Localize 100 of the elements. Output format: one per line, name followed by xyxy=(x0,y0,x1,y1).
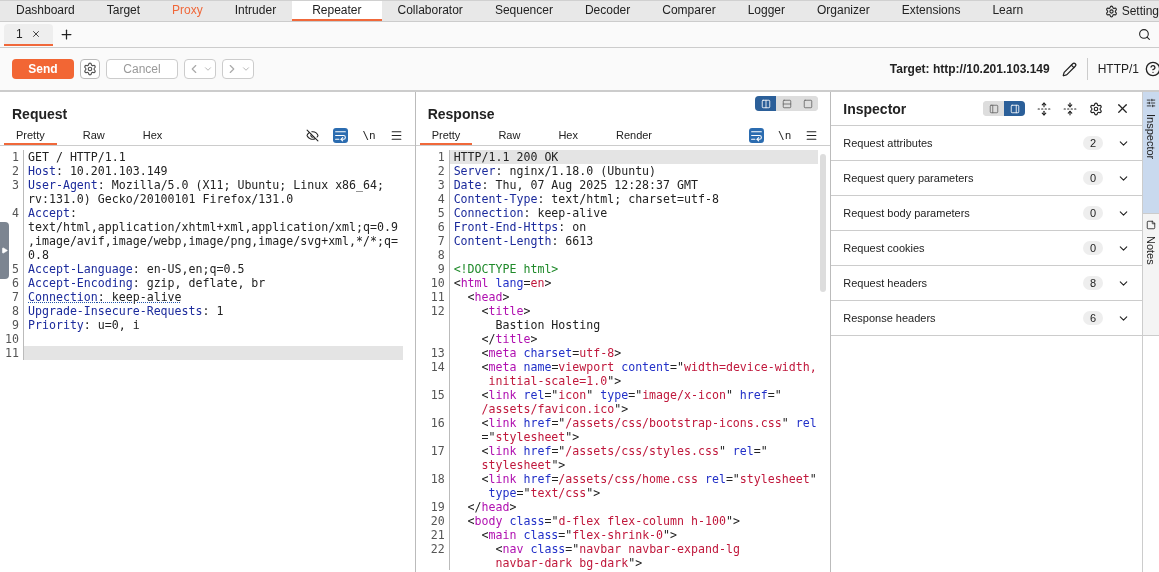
target-label: Target: http://10.201.103.149 xyxy=(889,62,1050,76)
newline-toggle[interactable]: \n xyxy=(778,129,792,142)
newline-toggle[interactable]: \n xyxy=(362,129,376,142)
code-line: <meta name=viewport content="width=device-width, xyxy=(480,360,818,374)
section-label: Response headers xyxy=(843,312,936,324)
menu-icon[interactable] xyxy=(389,129,403,142)
menu-tab[interactable]: Sequencer xyxy=(478,1,569,21)
line-number: 12 xyxy=(415,304,450,318)
side-tab-icon xyxy=(1146,98,1156,108)
line-number: 19 xyxy=(415,500,450,514)
editor-tab[interactable]: Pretty xyxy=(419,126,473,145)
line-number: 2 xyxy=(0,164,24,178)
line-number: 10 xyxy=(415,276,450,290)
line-number: 1 xyxy=(0,150,24,164)
side-tab-label: Notes xyxy=(1145,236,1157,265)
layout-icon xyxy=(760,98,771,109)
line-number: 7 xyxy=(415,234,450,248)
editor-tab[interactable]: Hex xyxy=(130,126,175,145)
menu-tab[interactable]: Learn xyxy=(976,1,1040,21)
section-label: Request query parameters xyxy=(843,172,974,184)
menu-tab[interactable]: Collaborator xyxy=(381,1,479,21)
close-icon[interactable] xyxy=(1115,101,1130,116)
code-line: <meta charset=utf-8> xyxy=(480,346,623,360)
line-number: 22 xyxy=(415,542,450,556)
settings-icon[interactable] xyxy=(1104,4,1118,18)
inspector-section[interactable]: Request headers 8 xyxy=(831,266,1142,301)
expand-all-icon[interactable] xyxy=(1037,101,1051,116)
editor-tab[interactable]: Raw xyxy=(486,126,533,145)
code-line: </head> xyxy=(466,500,518,514)
line-number: 9 xyxy=(0,318,24,332)
line-number: 13 xyxy=(415,346,450,360)
add-tab-icon[interactable] xyxy=(58,27,74,42)
code-line: navbar-dark bg-dark"> xyxy=(494,556,644,570)
code-line: text/html,application/xhtml+xml,application/xml;q=0.9 xyxy=(27,220,399,234)
code-line: Accept-Encoding: gzip, deflate, br xyxy=(27,276,267,290)
code-line: Content-Type: text/html; charset=utf-8 xyxy=(452,192,720,206)
panel-handle[interactable] xyxy=(0,222,9,279)
editor-tab[interactable]: Render xyxy=(603,126,665,145)
side-tab[interactable]: Notes xyxy=(1143,214,1159,336)
settings-icon[interactable] xyxy=(1089,101,1103,116)
menu-tab[interactable]: Logger xyxy=(731,1,801,21)
editor-tab[interactable]: Hex xyxy=(546,126,590,145)
code-line: <nav class="navbar navbar-expand-lg xyxy=(494,542,741,556)
menu-tab[interactable]: Intruder xyxy=(218,1,293,21)
code-line: /assets/favicon.ico"> xyxy=(480,402,630,416)
section-count: 6 xyxy=(1082,311,1103,325)
close-icon[interactable] xyxy=(30,28,41,39)
inspector-section[interactable]: Request query parameters 0 xyxy=(831,161,1142,196)
scrollbar-thumb[interactable] xyxy=(820,154,827,292)
inspector-section[interactable]: Request body parameters 0 xyxy=(831,196,1142,231)
menu-tab[interactable]: Comparer xyxy=(646,1,732,21)
line-number: 8 xyxy=(0,304,24,318)
code-line: <title> xyxy=(480,304,532,318)
editor-tab[interactable]: Pretty xyxy=(4,126,57,145)
line-number: 2 xyxy=(415,164,450,178)
menu-tab[interactable]: Decoder xyxy=(568,1,647,21)
wrap-lines-icon[interactable] xyxy=(333,128,349,143)
inspector-section[interactable]: Request attributes 2 xyxy=(831,126,1142,161)
menu-tab[interactable]: Extensions xyxy=(885,1,977,21)
settings-label[interactable]: Setting xyxy=(1121,4,1159,18)
line-number: 18 xyxy=(415,472,450,486)
code-line: <link href="/assets/css/bootstrap-icons.css" rel xyxy=(480,416,818,430)
code-line: stylesheet"> xyxy=(480,458,567,472)
panel-title: Request xyxy=(12,106,68,122)
line-number: 7 xyxy=(0,290,24,304)
menu-icon[interactable] xyxy=(805,129,819,142)
layout-icon xyxy=(781,98,792,109)
help-icon[interactable] xyxy=(1145,61,1159,77)
menu-tab[interactable]: Dashboard xyxy=(0,1,91,21)
line-number: 21 xyxy=(415,528,450,542)
inspector-section[interactable]: Response headers 6 xyxy=(831,301,1142,336)
settings-button[interactable] xyxy=(80,59,100,79)
layout-toggle[interactable] xyxy=(755,96,777,111)
editor-tab[interactable]: Raw xyxy=(70,126,117,145)
menu-tab[interactable]: Organizer xyxy=(801,1,886,21)
code-line: Host: 10.201.103.149 xyxy=(27,164,169,178)
code-line: Accept-Language: en-US,en;q=0.5 xyxy=(27,262,246,276)
menu-tab[interactable]: Repeater xyxy=(292,1,382,21)
section-label: Request body parameters xyxy=(843,207,970,219)
inspector-title: Inspector xyxy=(843,100,907,117)
code-line: <main class="flex-shrink-0"> xyxy=(480,528,679,542)
collapse-all-icon[interactable] xyxy=(1063,101,1077,116)
view-toggle[interactable] xyxy=(1004,101,1025,116)
side-tab[interactable]: Inspector xyxy=(1143,92,1159,214)
code-line: Priority: u=0, i xyxy=(27,318,141,332)
protocol-label[interactable]: HTTP/1 xyxy=(1097,62,1139,76)
wrap-lines-icon[interactable] xyxy=(749,128,765,143)
request-tab[interactable]: 1 xyxy=(4,23,53,46)
menu-tab[interactable]: Target xyxy=(90,1,157,21)
eye-off-icon[interactable] xyxy=(306,129,320,142)
line-number: 5 xyxy=(415,206,450,220)
code-line: Connection: keep-alive xyxy=(27,290,183,304)
inspector-section[interactable]: Request cookies 0 xyxy=(831,231,1142,266)
search-icon[interactable] xyxy=(1138,28,1151,41)
code-line: <link href=/assets/css/home.css rel="stylesheet" xyxy=(480,472,818,486)
play-icon xyxy=(1,247,8,254)
edit-icon[interactable] xyxy=(1061,61,1077,77)
panel-icon xyxy=(1009,103,1020,114)
line-number: 16 xyxy=(415,416,450,430)
line-number: 8 xyxy=(415,248,450,262)
